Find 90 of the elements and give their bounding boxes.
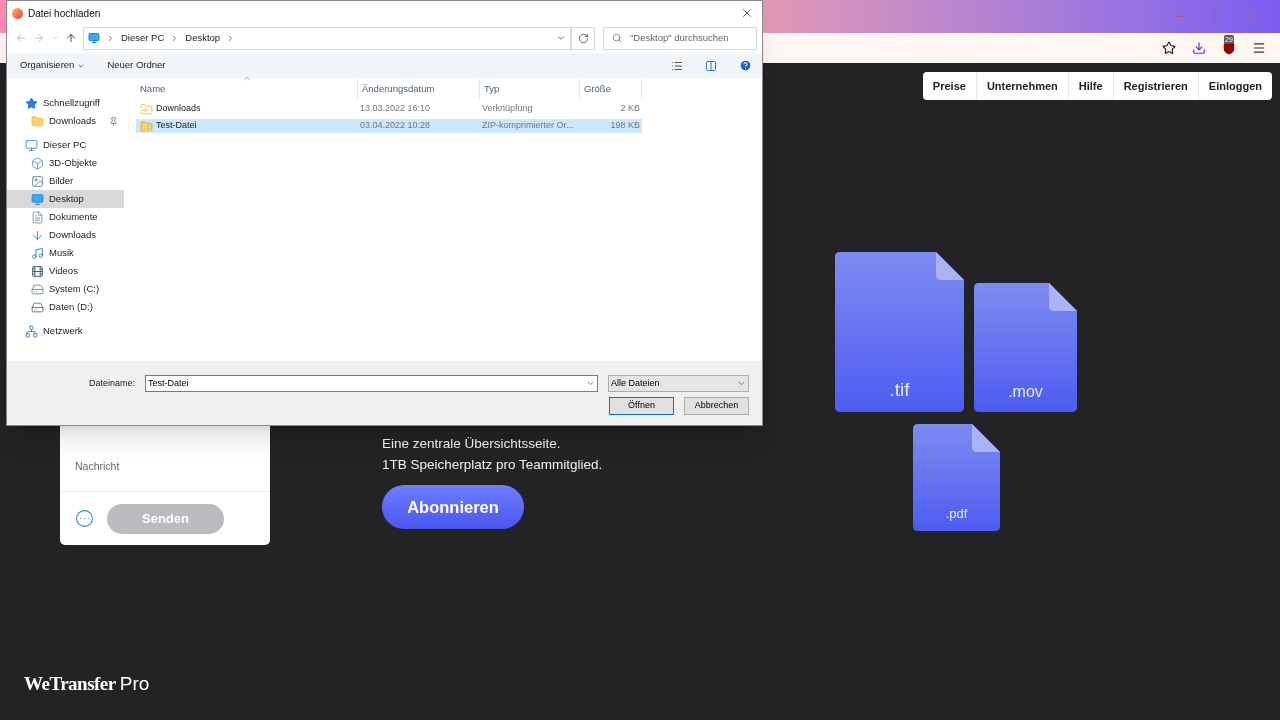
up-icon[interactable] [65,32,77,44]
nav-tree-item[interactable]: Daten (D:) [7,298,124,316]
filename-field[interactable]: Test-Datei [145,375,598,392]
monitor-icon [31,192,44,206]
search-field[interactable]: "Desktop" durchsuchen [603,26,757,50]
nav-link[interactable]: Unternehmen [975,72,1068,100]
filename-value: Test-Datei [148,376,189,390]
file-size: 2 KB [619,102,641,116]
bookmark-star-icon[interactable] [1162,41,1176,55]
folder-icon [31,114,44,128]
pin-icon[interactable] [109,116,118,126]
drive-icon [31,300,44,314]
nav-tree-item[interactable]: 3D-Objekte [7,154,124,172]
close-icon[interactable] [740,6,754,20]
nav-link[interactable]: Registrieren [1112,72,1198,100]
nav-tree-item[interactable]: Downloads [7,112,124,130]
nav-tree-item[interactable]: Schnellzugriff [7,94,124,112]
open-button[interactable]: Öffnen [609,397,674,415]
refresh-button[interactable] [571,26,595,50]
file-type: Verknüpfung [481,102,534,116]
menu-icon[interactable] [1252,41,1266,55]
filter-value: Alle Dateien [611,376,660,390]
nav-tree-item[interactable]: Musik [7,244,124,262]
subscribe-button[interactable]: Abonnieren [382,485,524,529]
nav-link[interactable]: Hilfe [1067,72,1113,100]
network-icon [25,324,38,338]
column-header[interactable]: Änderungsdatum [358,79,480,99]
nav-tree-item[interactable]: Videos [7,262,124,280]
file-name: Downloads [156,102,201,116]
drive-icon [31,282,44,296]
file-extension: .mov [1007,382,1044,402]
nav-link[interactable]: Einloggen [1197,72,1272,100]
nav-link[interactable]: Preise [922,72,976,100]
browser-logo-icon [12,7,23,19]
sort-icon [242,74,251,83]
film-icon [31,264,44,278]
breadcrumb-item[interactable]: Desktop [185,30,221,46]
folder-icon [140,102,153,116]
document-icon [31,210,44,224]
down-arrow-icon [31,228,44,242]
download-icon[interactable] [1192,41,1206,55]
file-date: 13.03.2022 16:10 [359,102,432,116]
nav-tree-item[interactable]: Downloads [7,226,124,244]
preview-pane-icon[interactable] [705,59,717,72]
column-header[interactable]: Typ [480,79,580,99]
nav-tree-item[interactable]: Netzwerk [7,322,124,340]
logo-wordmark: WeTransfer [24,671,116,696]
file-name: Test-Datei [156,119,197,133]
filename-label: Dateiname: [88,376,135,390]
file-size: 198 KB [609,119,641,133]
window-title: Datei hochladen [28,6,101,21]
caret-icon[interactable] [737,379,746,388]
file-type: ZIP-komprimierter Or... [481,119,575,133]
cube-icon [31,156,44,170]
nav-tree-item[interactable]: System (C:) [7,280,124,298]
feature-text: 1TB Speicherplatz pro Teammitglied. [382,456,604,474]
file-extension: .tif [888,377,911,402]
breadcrumb-item[interactable]: Dieser PC [121,30,165,46]
refresh-icon [577,32,589,44]
toolbar-button[interactable]: Neuer Ordner [107,58,166,73]
column-header[interactable]: Name [136,79,358,99]
view-list-icon[interactable] [671,59,683,72]
caret-icon[interactable] [556,33,566,43]
zip-folder-icon [140,119,153,133]
help-icon[interactable] [739,59,752,72]
logo-suffix: Pro [119,671,150,696]
computer-icon [25,138,38,152]
nav-tree-item[interactable]: Dokumente [7,208,124,226]
search-icon [612,33,622,43]
file-type-dropdown[interactable]: Alle Dateien [608,375,749,392]
message-placeholder[interactable]: Nachricht [75,460,120,472]
address-bar[interactable]: Dieser PC Desktop [83,26,571,50]
file-row[interactable]: Downloads 13.03.2022 16:10 Verknüpfung 2 KB [136,102,642,116]
column-header[interactable]: Größe [580,79,642,99]
file-extension: .pdf [944,504,969,523]
cancel-button[interactable]: Abbrechen [684,397,749,415]
monitor-icon [88,32,100,44]
caret-icon[interactable] [586,379,595,388]
chevron-icon [106,33,115,43]
picture-icon [31,174,44,188]
more-options-icon[interactable] [75,509,94,528]
file-date: 03.04.2022 10:28 [359,119,432,133]
star-icon [25,96,38,110]
nav-tree-item[interactable]: Bilder [7,172,124,190]
file-row[interactable]: Test-Datei 03.04.2022 10:28 ZIP-komprimierter Or... 198 KB [136,119,642,133]
nav-tree-item[interactable]: Dieser PC [7,136,124,154]
feature-text: Eine zentrale Übersichtsseite. [382,435,562,453]
nav-tree-item[interactable]: Desktop [7,190,124,208]
music-note-icon [31,246,44,260]
toolbar-button[interactable]: Organisieren [20,58,86,73]
